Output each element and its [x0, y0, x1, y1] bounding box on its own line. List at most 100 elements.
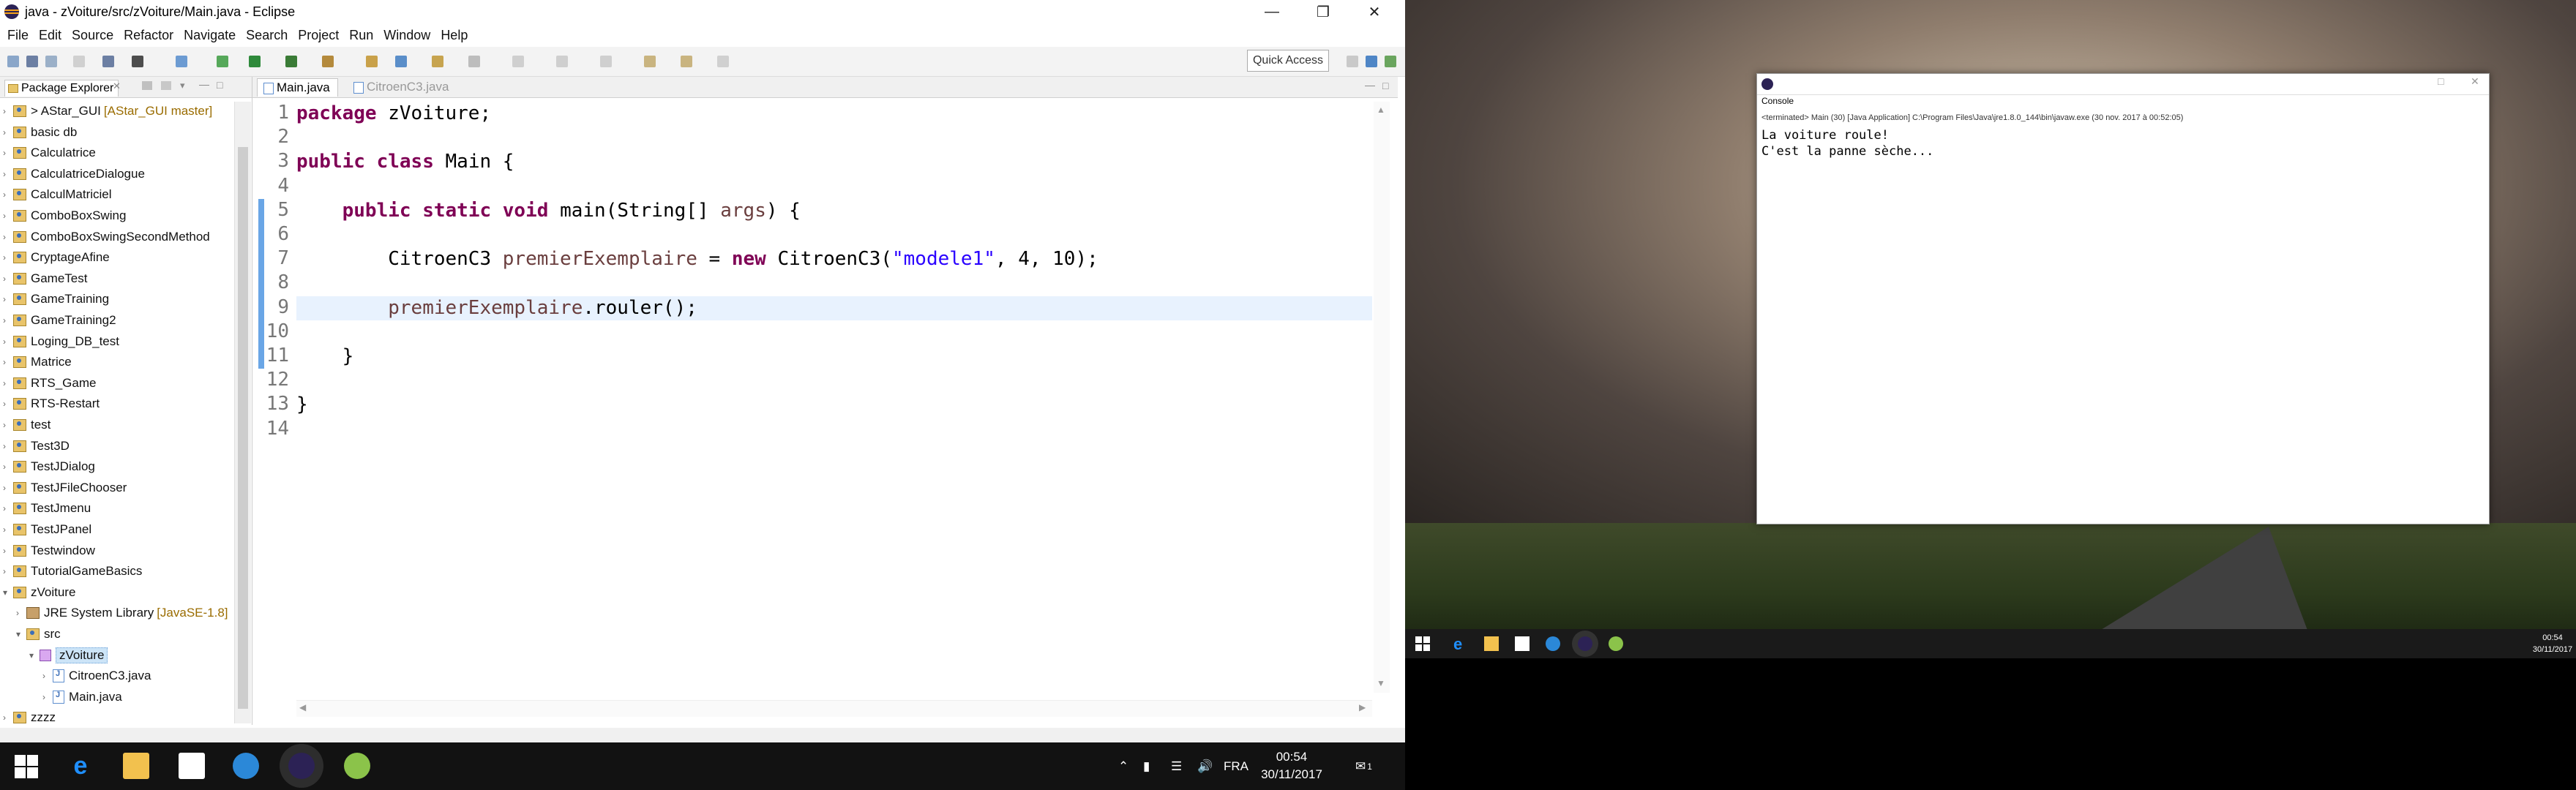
save-all-icon[interactable]	[45, 56, 57, 67]
menu-file[interactable]: File	[7, 28, 29, 43]
tree-item[interactable]: › CitroenC3.java	[42, 666, 151, 685]
chevron-right-icon[interactable]: ›	[3, 462, 13, 472]
notification-icon[interactable]: ✉ 1	[1355, 742, 1372, 790]
quick-access-field[interactable]: Quick Access	[1247, 50, 1329, 72]
tree-item[interactable]: › ComboBoxSwing	[3, 206, 126, 225]
secondary-clock[interactable]: 00:54 30/11/2017	[2529, 632, 2576, 655]
new-icon[interactable]	[7, 56, 19, 67]
chevron-right-icon[interactable]: ›	[3, 336, 13, 347]
console-tab[interactable]: Console	[1761, 96, 1794, 106]
console-titlebar[interactable]: □ ✕	[1757, 74, 2489, 95]
tree-item[interactable]: ▾ zVoiture	[29, 646, 108, 665]
tree-item[interactable]: › test	[3, 415, 50, 434]
save-icon[interactable]	[26, 56, 38, 67]
new-java-project-icon[interactable]	[176, 56, 187, 67]
java-perspective-icon[interactable]	[1366, 56, 1377, 67]
tree-item[interactable]: › TutorialGameBasics	[3, 562, 142, 581]
code-line[interactable]	[296, 175, 1372, 199]
tree-item[interactable]: ▾ src	[16, 625, 61, 644]
mail-icon[interactable]	[179, 753, 205, 779]
open-type-icon[interactable]	[432, 56, 443, 67]
package-explorer-tab[interactable]: Package Explorer	[4, 80, 119, 97]
code-line[interactable]: public static void main(String[] args) {	[296, 199, 1372, 223]
chevron-right-icon[interactable]: ›	[42, 692, 53, 702]
annotation-icon[interactable]	[512, 56, 524, 67]
code-line[interactable]: premierExemplaire.rouler();	[296, 296, 1372, 320]
volume-icon[interactable]: 🔊	[1197, 742, 1213, 790]
battery-icon[interactable]: ▮	[1143, 742, 1150, 790]
chevron-right-icon[interactable]: ›	[3, 148, 13, 158]
chevron-right-icon[interactable]: ›	[3, 106, 13, 116]
tree-item[interactable]: › CalculMatriciel	[3, 185, 112, 204]
chevron-right-icon[interactable]: ›	[3, 315, 13, 326]
network-icon[interactable]: ☰	[1171, 742, 1182, 790]
chevron-right-icon[interactable]: ›	[3, 524, 13, 535]
code-area[interactable]: package zVoiture; public class Main { pub…	[296, 102, 1372, 716]
tree-item[interactable]: › zzzz	[3, 708, 56, 727]
console-close-icon[interactable]: ✕	[2471, 75, 2479, 88]
maximize-view-icon[interactable]: □	[217, 79, 222, 91]
eclipse-icon-secondary[interactable]	[1578, 636, 1592, 651]
menu-search[interactable]: Search	[246, 28, 288, 43]
menu-run[interactable]: Run	[349, 28, 373, 43]
tree-item[interactable]: › TestJPanel	[3, 520, 91, 539]
chevron-right-icon[interactable]: ›	[3, 712, 13, 723]
eclipse-taskbar-icon[interactable]	[288, 753, 315, 779]
taskbar-clock[interactable]: 00:54 30/11/2017	[1251, 748, 1332, 783]
skip-breakpoints-icon[interactable]	[132, 56, 143, 67]
tray-chevron-icon[interactable]: ⌃	[1118, 742, 1128, 790]
teamviewer-icon-secondary[interactable]	[1546, 636, 1560, 651]
scroll-right-icon[interactable]: ▶	[1359, 702, 1366, 712]
code-line[interactable]	[296, 223, 1372, 247]
chevron-right-icon[interactable]: ›	[3, 378, 13, 388]
console-restore-icon[interactable]: □	[2438, 75, 2444, 87]
chevron-right-icon[interactable]: ›	[16, 608, 26, 618]
mail-icon-secondary[interactable]	[1515, 636, 1530, 651]
file-explorer-icon[interactable]	[123, 753, 149, 779]
external-tools-icon[interactable]	[322, 56, 334, 67]
teamviewer-icon[interactable]	[233, 753, 259, 779]
tree-item[interactable]: › TestJFileChooser	[3, 478, 127, 497]
title-bar[interactable]: java - zVoiture/src/zVoiture/Main.java -…	[0, 0, 1405, 23]
code-line[interactable]	[296, 126, 1372, 150]
chevron-right-icon[interactable]: ›	[3, 546, 13, 556]
tree-item[interactable]: › Testwindow	[3, 541, 95, 560]
tab-citroenc3-java[interactable]: CitroenC3.java	[348, 78, 456, 96]
chevron-right-icon[interactable]: ›	[3, 566, 13, 576]
chevron-right-icon[interactable]: ›	[3, 294, 13, 304]
language-indicator[interactable]: FRA	[1224, 742, 1248, 790]
chevron-down-icon[interactable]: ▾	[3, 587, 13, 598]
app-icon-secondary[interactable]	[1609, 636, 1623, 651]
chevron-right-icon[interactable]: ›	[3, 169, 13, 179]
editor-horizontal-scrollbar[interactable]: ◀ ▶	[296, 700, 1372, 717]
tree-item[interactable]: › TestJDialog	[3, 457, 95, 476]
menu-edit[interactable]: Edit	[39, 28, 61, 43]
menu-help[interactable]: Help	[441, 28, 468, 43]
menu-window[interactable]: Window	[383, 28, 430, 43]
tree-item[interactable]: › CryptageAfine	[3, 248, 110, 267]
tree-item[interactable]: › > AStar_GUI [AStar_GUI master]	[3, 102, 212, 121]
menu-source[interactable]: Source	[72, 28, 113, 43]
debug-icon[interactable]	[217, 56, 228, 67]
app-taskbar-icon[interactable]	[344, 753, 370, 779]
prev-annotation-icon[interactable]	[600, 56, 612, 67]
chevron-right-icon[interactable]: ›	[3, 252, 13, 263]
file-explorer-icon-secondary[interactable]	[1484, 636, 1499, 651]
windows-start-icon[interactable]	[13, 753, 40, 779]
tree-item[interactable]: › RTS-Restart	[3, 394, 100, 413]
open-perspective-icon[interactable]	[1347, 56, 1358, 67]
chevron-right-icon[interactable]: ›	[3, 232, 13, 242]
next-annotation-icon[interactable]	[556, 56, 568, 67]
explorer-scrollbar[interactable]	[234, 102, 251, 723]
chevron-right-icon[interactable]: ›	[3, 357, 13, 367]
tree-item[interactable]: › Test3D	[3, 437, 70, 456]
close-button[interactable]: ✕	[1351, 0, 1398, 23]
code-line[interactable]: public class Main {	[296, 150, 1372, 174]
chevron-right-icon[interactable]: ›	[3, 274, 13, 284]
tree-item[interactable]: › Calculatrice	[3, 143, 96, 162]
chevron-right-icon[interactable]: ›	[3, 189, 13, 200]
collapse-all-icon[interactable]	[142, 81, 152, 90]
chevron-right-icon[interactable]: ›	[3, 503, 13, 514]
chevron-right-icon[interactable]: ›	[3, 441, 13, 451]
code-line[interactable]	[296, 271, 1372, 296]
